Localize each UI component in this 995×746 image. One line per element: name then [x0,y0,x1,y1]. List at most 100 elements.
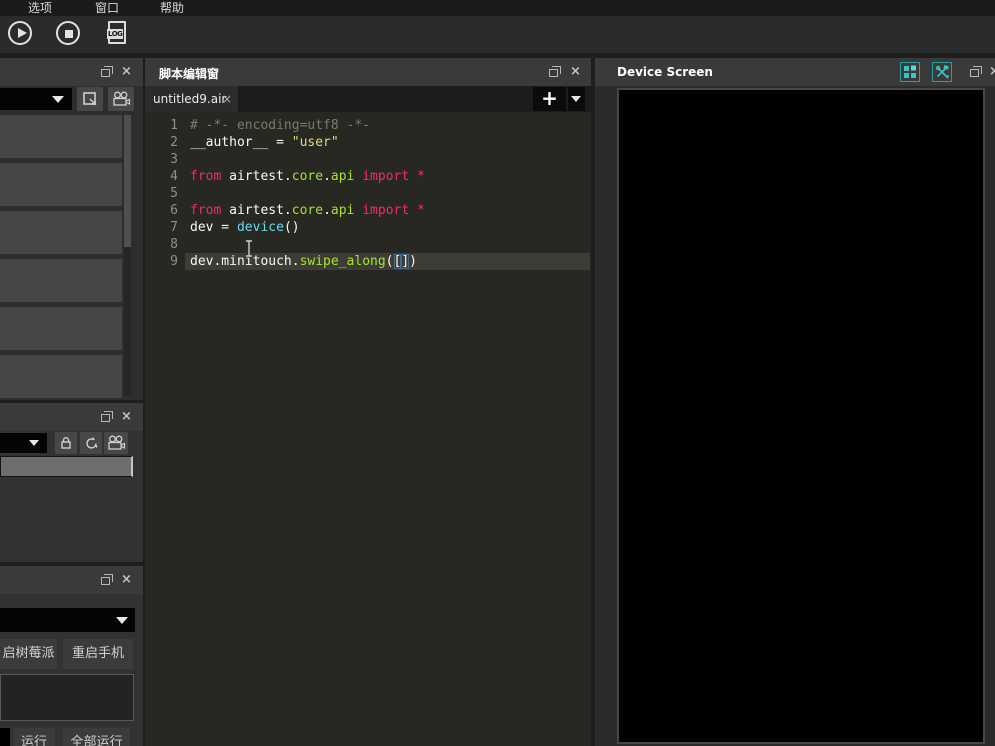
scrollbar[interactable] [124,115,131,395]
thumbnail-list [0,115,122,403]
float-icon [101,574,113,585]
device-control-panel: × 启树莓派 重启手机 运行 全部运行 [0,566,143,746]
record-button[interactable] [108,87,134,111]
float-panel-button[interactable] [100,66,113,78]
video-camera-icon [112,91,130,106]
mini-dropdown[interactable] [0,728,10,746]
stop-script-button[interactable] [56,21,82,47]
run-script-button[interactable] [8,21,34,47]
capture-panel-header: × [0,403,143,431]
float-panel-button[interactable] [969,66,982,78]
list-item[interactable] [0,163,122,206]
assets-panel: × [0,58,143,400]
list-item[interactable] [0,307,122,350]
capture-panel: × [0,403,143,562]
layout-grid-button[interactable] [900,62,920,82]
device-selector-dropdown[interactable] [0,88,72,110]
toolbar: LOG [0,16,995,53]
line-text: dev = device() [190,220,300,235]
code-line[interactable]: 3 [145,151,591,168]
lock-button[interactable] [55,432,77,454]
device-screen-mirror[interactable] [617,88,985,744]
code-line[interactable]: 1 # -*- encoding=utf8 -*- [145,117,591,134]
video-camera-icon [107,435,125,450]
phone-selector-dropdown[interactable] [0,608,135,632]
mode-selector-dropdown[interactable] [0,433,47,453]
line-text: __author__ = "user" [190,135,339,150]
menu-item-window[interactable]: 窗口 [95,1,119,15]
new-tab-button[interactable]: + [533,87,566,111]
list-item[interactable] [0,355,122,398]
float-icon [101,411,113,422]
refresh-button[interactable] [80,432,102,454]
log-document-icon: LOG [107,21,126,44]
line-number: 4 [170,169,178,184]
status-textarea[interactable] [0,674,134,721]
float-panel-button[interactable] [100,411,113,423]
menu-item-help[interactable]: 帮助 [160,1,184,15]
close-panel-button[interactable]: × [121,410,134,423]
tab-untitled9[interactable]: untitled9.air × [145,86,238,112]
code-line[interactable]: 8 [145,236,591,253]
line-number: 9 [170,254,178,269]
run-all-button[interactable]: 全部运行 [63,728,130,746]
chevron-down-icon [571,96,581,102]
line-text: from airtest.core.api import * [190,203,425,218]
chevron-down-icon [116,617,128,624]
line-number: 5 [170,186,178,201]
code-line[interactable]: 5 [145,185,591,202]
line-text: # -*- encoding=utf8 -*- [190,118,371,133]
script-editor-header: 脚本编辑窗 × [145,58,591,86]
code-line[interactable]: 7 dev = device() [145,219,591,236]
code-line[interactable]: 9 dev.minitouch.swipe_along([]) [145,253,591,270]
refresh-icon [85,436,97,449]
float-icon [970,66,982,77]
line-text: dev.minitouch.swipe_along([]) [190,254,417,269]
editor-tab-bar: untitled9.air × + [145,86,591,112]
device-control-panel-header: × [0,566,143,594]
new-tab-dropdown[interactable] [568,87,585,111]
screenshot-icon [82,91,96,105]
screenshot-button[interactable] [77,87,103,111]
device-screen-panel: Device Screen × [595,58,995,746]
panel-title: Device Screen [617,65,713,79]
play-icon [8,21,32,45]
line-text: from airtest.core.api import * [190,169,425,184]
tools-icon [935,65,949,79]
menu-bar: 选项 窗口 帮助 [0,0,995,16]
list-item[interactable] [0,259,122,302]
run-button[interactable]: 运行 [13,728,55,746]
assets-panel-header: × [0,58,143,86]
float-icon [549,66,561,77]
tab-close-icon[interactable]: × [222,92,232,106]
lock-icon [61,437,71,449]
float-panel-button[interactable] [100,574,113,586]
list-item[interactable] [0,115,122,158]
close-panel-button[interactable]: × [989,65,995,78]
code-line[interactable]: 4 from airtest.core.api import * [145,168,591,185]
close-panel-button[interactable]: × [121,65,134,78]
close-panel-button[interactable]: × [570,65,583,78]
float-panel-button[interactable] [548,66,561,78]
code-line[interactable]: 6 from airtest.core.api import * [145,202,591,219]
restart-phone-button[interactable]: 重启手机 [63,639,133,669]
progress-bar [0,456,133,477]
close-panel-button[interactable]: × [121,573,134,586]
chevron-down-icon [29,440,39,446]
panel-title: 脚本编辑窗 [159,67,220,81]
menu-item-options[interactable]: 选项 [28,1,52,15]
line-number: 1 [170,118,178,133]
code-line[interactable]: 2 __author__ = "user" [145,134,591,151]
record-button[interactable] [104,432,128,454]
device-screen-header: Device Screen × [595,58,995,86]
line-number: 7 [170,220,178,235]
view-log-button[interactable]: LOG [106,21,132,47]
list-item[interactable] [0,211,122,254]
restart-raspberry-button[interactable]: 启树莓派 [0,639,57,669]
tools-button[interactable] [932,62,952,82]
code-area[interactable]: 1 # -*- encoding=utf8 -*- 2 __author__ = "u… [145,112,591,746]
line-number: 3 [170,152,178,167]
line-number: 6 [170,203,178,218]
scrollbar-thumb[interactable] [124,115,131,247]
line-number: 8 [170,237,178,252]
